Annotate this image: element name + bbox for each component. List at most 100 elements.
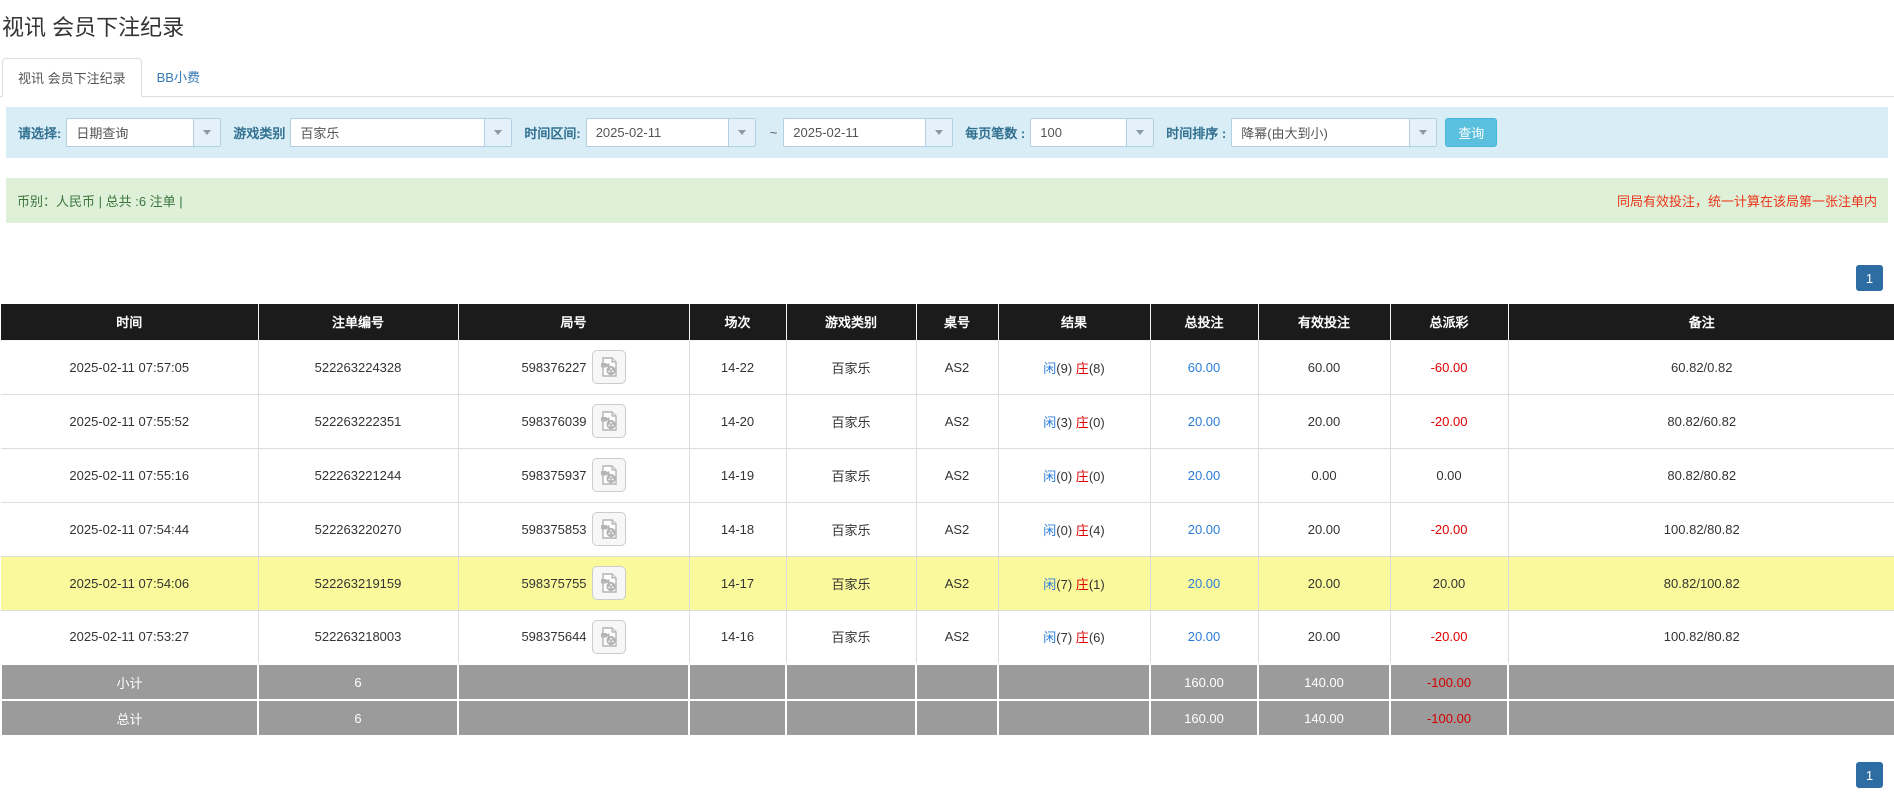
- total-total-bet: 160.00: [1150, 700, 1258, 736]
- video-replay-icon[interactable]: [592, 350, 626, 384]
- game-type-select[interactable]: 百家乐: [290, 118, 512, 147]
- tab-bar: 视讯 会员下注纪录 BB小费: [0, 58, 1894, 97]
- game-type-value: 百家乐: [291, 123, 484, 142]
- total-bet-link[interactable]: 20.00: [1188, 468, 1221, 483]
- date-to-select[interactable]: 2025-02-11: [783, 118, 953, 147]
- video-replay-icon[interactable]: [592, 620, 626, 654]
- cell-time: 2025-02-11 07:54:44: [1, 502, 258, 556]
- filter-bar: 请选择: 日期查询 游戏类别 百家乐 时间区间: 2025-02-11 ~ 20…: [6, 107, 1888, 158]
- total-valid-bet: 140.00: [1258, 700, 1390, 736]
- date-range-tilde: ~: [770, 125, 778, 140]
- column-header-5: 桌号: [916, 304, 998, 340]
- cell-game-type: 百家乐: [786, 394, 916, 448]
- page-size-select[interactable]: 100: [1030, 118, 1154, 147]
- date-from-value: 2025-02-11: [587, 125, 728, 140]
- column-header-10: 备注: [1508, 304, 1894, 340]
- cell-table-number: AS2: [916, 448, 998, 502]
- column-header-6: 结果: [998, 304, 1150, 340]
- video-replay-icon[interactable]: [592, 458, 626, 492]
- cell-session: 14-18: [689, 502, 786, 556]
- time-range-label: 时间区间:: [524, 123, 580, 142]
- cell-game-type: 百家乐: [786, 340, 916, 394]
- page-root: 视讯 会员下注纪录 视讯 会员下注纪录 BB小费 请选择: 日期查询 游戏类别 …: [0, 0, 1894, 788]
- tab-label: 视讯 会员下注纪录: [18, 71, 126, 86]
- time-sort-value: 降幂(由大到小): [1232, 123, 1409, 142]
- page-1-button[interactable]: 1: [1856, 265, 1883, 291]
- page-1-button[interactable]: 1: [1856, 762, 1883, 788]
- subtotal-count: 6: [258, 664, 458, 700]
- total-payout: -100.00: [1390, 700, 1508, 736]
- column-header-9: 总派彩: [1390, 304, 1508, 340]
- subtotal-label: 小计: [1, 664, 258, 700]
- betting-records-table: 时间注单编号局号场次游戏类别桌号结果总投注有效投注总派彩备注 2025-02-1…: [0, 304, 1894, 737]
- tab-label: BB小费: [157, 70, 200, 85]
- cell-session: 14-17: [689, 556, 786, 610]
- notice-text: 同局有效投注，统一计算在该局第一张注单内: [1617, 191, 1877, 210]
- cell-bet-number: 522263224328: [258, 340, 458, 394]
- chevron-down-icon: [193, 119, 220, 146]
- cell-time: 2025-02-11 07:53:27: [1, 610, 258, 664]
- cell-note: 80.82/100.82: [1508, 556, 1894, 610]
- cell-session: 14-16: [689, 610, 786, 664]
- summary-bar: 币别：人民币 | 总共 :6 注单 | 同局有效投注，统一计算在该局第一张注单内: [6, 178, 1888, 223]
- tab-betting-records[interactable]: 视讯 会员下注纪录: [2, 58, 142, 97]
- date-from-select[interactable]: 2025-02-11: [586, 118, 756, 147]
- video-replay-icon[interactable]: [592, 512, 626, 546]
- cell-bet-number: 522263222351: [258, 394, 458, 448]
- pagination-top: 1: [0, 265, 1883, 291]
- date-to-value: 2025-02-11: [784, 125, 925, 140]
- cell-session: 14-22: [689, 340, 786, 394]
- page-title: 视讯 会员下注纪录: [2, 10, 1894, 42]
- query-type-select[interactable]: 日期查询: [66, 118, 221, 147]
- total-bet-link[interactable]: 20.00: [1188, 414, 1221, 429]
- column-header-3: 场次: [689, 304, 786, 340]
- cell-total-bet: 20.00: [1150, 556, 1258, 610]
- cell-table-number: AS2: [916, 394, 998, 448]
- search-button[interactable]: 查询: [1445, 118, 1497, 147]
- video-replay-icon[interactable]: [592, 566, 626, 600]
- cell-round-number: 598375755: [458, 556, 689, 610]
- cell-total-bet: 60.00: [1150, 340, 1258, 394]
- cell-payout: -20.00: [1390, 502, 1508, 556]
- cell-round-number: 598375937: [458, 448, 689, 502]
- table-row: 2025-02-11 07:55:52 522263222351 5983760…: [1, 394, 1894, 448]
- total-row: 总计 6 160.00 140.00 -100.00: [1, 700, 1894, 736]
- chevron-down-icon: [925, 119, 952, 146]
- cell-round-number: 598376227: [458, 340, 689, 394]
- tab-bb-tips[interactable]: BB小费: [142, 58, 215, 96]
- cell-note: 100.82/80.82: [1508, 610, 1894, 664]
- cell-note: 80.82/80.82: [1508, 448, 1894, 502]
- cell-payout: -60.00: [1390, 340, 1508, 394]
- cell-game-type: 百家乐: [786, 502, 916, 556]
- cell-table-number: AS2: [916, 610, 998, 664]
- cell-result: 闲(7) 庄(6): [998, 610, 1150, 664]
- column-header-2: 局号: [458, 304, 689, 340]
- cell-table-number: AS2: [916, 556, 998, 610]
- subtotal-total-bet: 160.00: [1150, 664, 1258, 700]
- cell-result: 闲(9) 庄(8): [998, 340, 1150, 394]
- cell-session: 14-20: [689, 394, 786, 448]
- cell-result: 闲(0) 庄(0): [998, 448, 1150, 502]
- cell-note: 100.82/80.82: [1508, 502, 1894, 556]
- subtotal-row: 小计 6 160.00 140.00 -100.00: [1, 664, 1894, 700]
- cell-game-type: 百家乐: [786, 610, 916, 664]
- total-bet-link[interactable]: 20.00: [1188, 576, 1221, 591]
- time-sort-label: 时间排序 :: [1166, 123, 1226, 142]
- table-header-row: 时间注单编号局号场次游戏类别桌号结果总投注有效投注总派彩备注: [1, 304, 1894, 340]
- page-size-value: 100: [1031, 125, 1126, 140]
- cell-valid-bet: 20.00: [1258, 556, 1390, 610]
- cell-time: 2025-02-11 07:57:05: [1, 340, 258, 394]
- time-sort-select[interactable]: 降幂(由大到小): [1231, 118, 1437, 147]
- cell-bet-number: 522263220270: [258, 502, 458, 556]
- cell-result: 闲(3) 庄(0): [998, 394, 1150, 448]
- cell-valid-bet: 60.00: [1258, 340, 1390, 394]
- cell-payout: -20.00: [1390, 394, 1508, 448]
- video-replay-icon[interactable]: [592, 404, 626, 438]
- total-bet-link[interactable]: 60.00: [1188, 360, 1221, 375]
- table-row: 2025-02-11 07:54:06 522263219159 5983757…: [1, 556, 1894, 610]
- cell-round-number: 598375853: [458, 502, 689, 556]
- total-bet-link[interactable]: 20.00: [1188, 629, 1221, 644]
- cell-valid-bet: 20.00: [1258, 502, 1390, 556]
- cell-session: 14-19: [689, 448, 786, 502]
- total-bet-link[interactable]: 20.00: [1188, 522, 1221, 537]
